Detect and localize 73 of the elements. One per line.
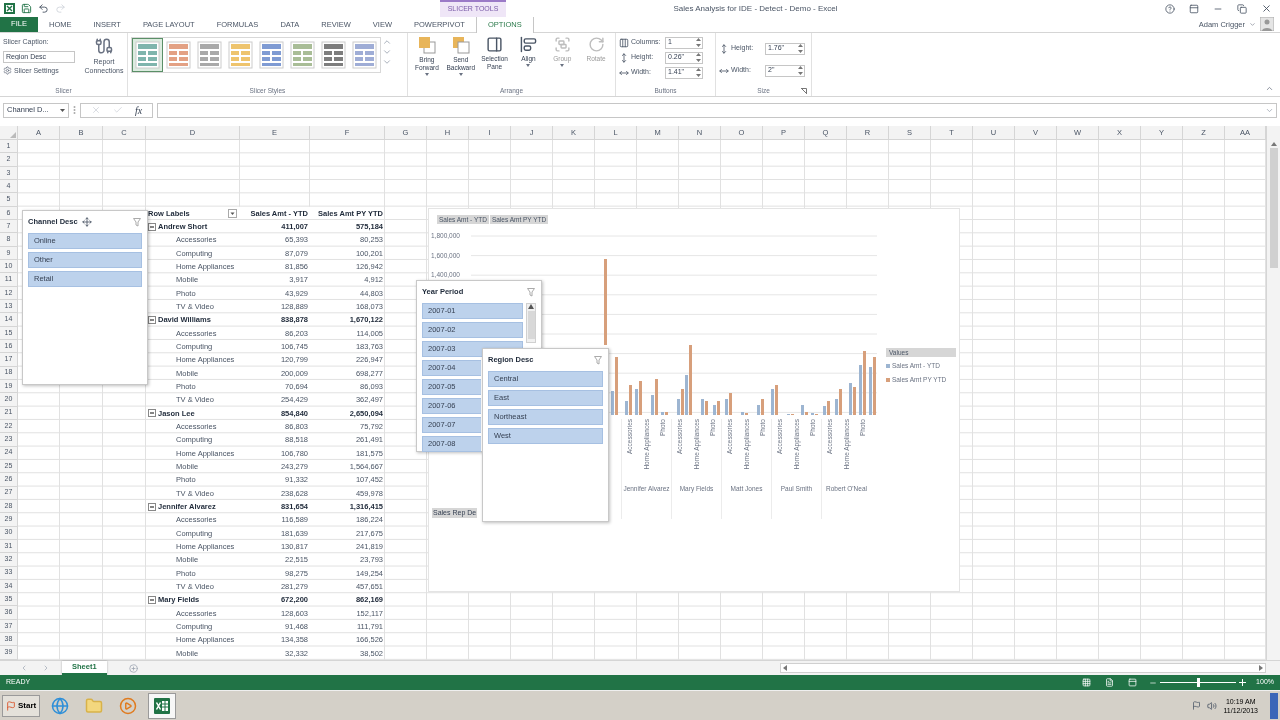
spinner-icon[interactable] [696,38,701,47]
spinner-icon[interactable] [798,44,803,53]
collapse-icon[interactable] [148,315,156,324]
scrollbar[interactable] [526,303,536,343]
taskbar-app-button[interactable] [148,692,177,719]
scrollbar-thumb[interactable] [1269,148,1278,268]
height-icon [719,43,729,54]
close-icon[interactable] [1261,3,1272,14]
start-button[interactable]: Start [2,694,41,717]
restore-icon[interactable] [1237,3,1247,14]
spinner-icon[interactable] [696,53,701,62]
avatar-icon [1260,17,1274,31]
vertical-scrollbar[interactable] [1266,126,1280,660]
select-all-button[interactable] [0,126,18,140]
media-player-icon [119,696,138,715]
help-icon[interactable] [1165,3,1175,14]
insert-function-button[interactable]: fx [135,102,143,118]
collapse-icon[interactable] [148,595,156,604]
add-sheet-icon[interactable] [128,663,138,673]
formula-input[interactable] [157,102,1277,118]
ribbon-display-icon[interactable] [1189,3,1199,14]
gear-icon [3,66,12,76]
caret-icon [1249,21,1256,28]
selection-pane-icon [486,36,504,53]
caret-icon [60,108,65,112]
group-icon [553,36,571,53]
dialog-launcher-icon[interactable] [801,88,807,94]
next-sheet-icon[interactable] [42,664,50,672]
spinner-icon[interactable] [696,68,701,77]
scroll-right-icon[interactable] [1259,665,1263,671]
clear-filter-icon[interactable] [527,287,536,297]
clear-filter-icon[interactable] [594,355,603,365]
rotate-icon [587,36,605,53]
previous-sheet-icon[interactable] [20,664,28,672]
speaker-icon[interactable] [1207,700,1218,711]
move-cursor-icon [81,217,92,227]
folder-icon [85,696,104,715]
collapse-icon[interactable] [148,222,156,231]
align-icon [519,36,537,53]
scroll-down-icon[interactable] [382,47,392,57]
scroll-up-icon[interactable] [528,304,534,309]
save-icon[interactable] [21,3,32,14]
grip-icon [73,105,76,115]
scroll-left-icon[interactable] [783,665,787,671]
flag-icon [6,700,16,711]
send-backward-icon [451,36,470,54]
scroll-up-icon[interactable] [1270,142,1277,146]
collapse-icon[interactable] [148,409,156,418]
spreadsheet-icon [154,697,171,714]
collapse-icon[interactable] [148,502,156,511]
connections-icon [95,37,113,55]
normal-view-icon[interactable] [1082,678,1092,687]
zoom-in-icon[interactable] [1239,679,1247,686]
corner-triangle-icon [10,132,16,138]
zoom-slider-thumb[interactable] [1196,678,1200,687]
flag-icon[interactable] [1192,701,1202,710]
bring-forward-icon [417,36,436,54]
window-title: Sales Analysis for IDE - Detect - Demo - Excel [673,2,838,15]
excel-logo-icon [4,3,15,14]
show-desktop-button[interactable] [1270,692,1278,719]
collapse-ribbon-icon[interactable] [1265,84,1274,93]
columns-icon [619,37,629,48]
more-icon[interactable] [382,57,392,67]
undo-icon[interactable] [38,3,49,14]
horizontal-scrollbar[interactable] [780,663,1266,673]
page-layout-view-icon[interactable] [1105,678,1115,687]
filter-dropdown-icon[interactable] [228,208,237,218]
clear-filter-icon[interactable] [133,217,142,227]
scrollbar-thumb[interactable] [527,311,535,339]
height-icon [619,52,629,63]
spinner-icon[interactable] [798,66,803,75]
globe-icon [51,696,70,715]
page-break-view-icon[interactable] [1128,678,1138,687]
